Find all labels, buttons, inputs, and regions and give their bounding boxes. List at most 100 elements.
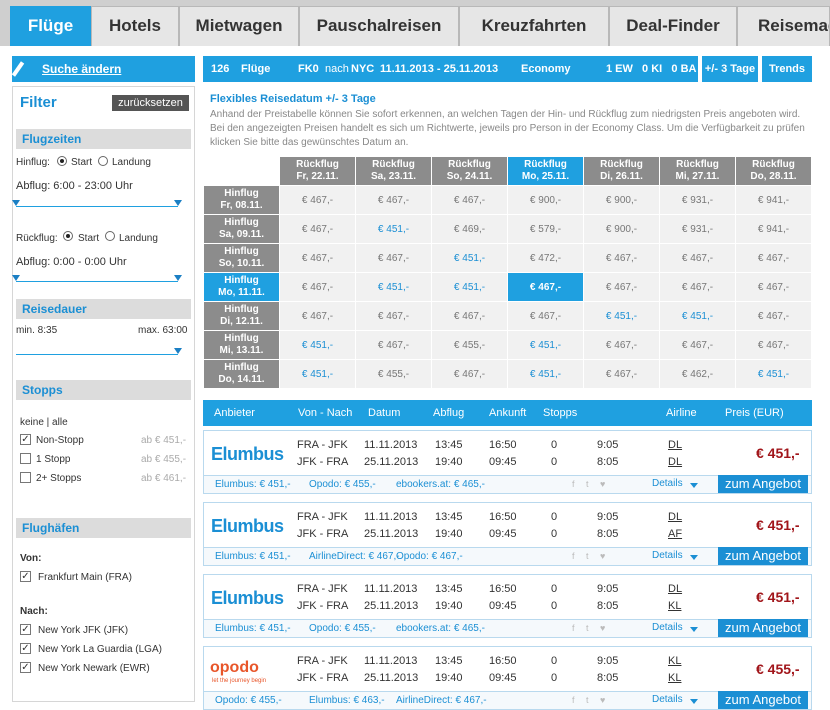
twitter-icon[interactable]: t	[586, 695, 589, 705]
matrix-price-cell[interactable]: € 451,-	[279, 359, 356, 389]
matrix-price-cell[interactable]: € 451,-	[431, 243, 508, 273]
duration-slider[interactable]	[16, 345, 178, 355]
matrix-price-cell[interactable]: € 467,-	[355, 330, 432, 360]
two-plus-stops-checkbox[interactable]	[20, 472, 31, 483]
plus-minus-days-button[interactable]: +/- 3 Tage	[702, 56, 758, 82]
alt-offer[interactable]: Elumbus: € 451,-	[215, 479, 291, 490]
reset-button[interactable]: zurücksetzen	[112, 95, 189, 111]
trends-button[interactable]: Trends	[762, 56, 812, 82]
leg-field[interactable]: AF	[668, 528, 682, 540]
matrix-price-cell[interactable]: € 467,-	[279, 214, 356, 244]
hinflug-start-radio[interactable]	[57, 156, 67, 166]
leg-field[interactable]: KL	[668, 672, 681, 684]
hinflug-landung-radio[interactable]	[98, 156, 108, 166]
tab-kreuzfahrten[interactable]: Kreuzfahrten	[459, 6, 609, 46]
tab-mietwagen[interactable]: Mietwagen	[179, 6, 299, 46]
leg-field[interactable]: DL	[668, 511, 682, 523]
airport-fra-checkbox[interactable]: ✓	[20, 571, 31, 582]
alt-offer[interactable]: ebookers.at: € 465,-	[396, 623, 485, 634]
rueckflug-landung-radio[interactable]	[105, 231, 115, 241]
change-search-link[interactable]: Suche ändern	[12, 56, 195, 82]
matrix-price-cell[interactable]: € 931,-	[659, 214, 736, 244]
hinflug-time-slider[interactable]	[16, 197, 178, 207]
matrix-price-cell[interactable]: € 472,-	[507, 243, 584, 273]
heart-icon[interactable]: ♥	[600, 695, 605, 705]
slider-handle-right[interactable]	[174, 275, 182, 281]
matrix-price-cell[interactable]: € 467,-	[431, 301, 508, 331]
matrix-price-cell[interactable]: € 900,-	[583, 214, 660, 244]
airport-jfk-checkbox[interactable]: ✓	[20, 624, 31, 635]
slider-handle-left[interactable]	[12, 200, 20, 206]
matrix-price-cell[interactable]: € 467,-	[659, 243, 736, 273]
matrix-price-cell[interactable]: € 467,-	[355, 301, 432, 331]
tab-pauschalreisen[interactable]: Pauschalreisen	[299, 6, 459, 46]
keine-alle-link[interactable]: keine | alle	[20, 417, 68, 428]
slider-handle-right[interactable]	[174, 200, 182, 206]
alt-offer[interactable]: Opodo: € 455,-	[215, 695, 282, 706]
matrix-price-cell[interactable]: € 469,-	[431, 214, 508, 244]
matrix-price-cell[interactable]: € 467,-	[583, 330, 660, 360]
leg-field[interactable]: KL	[668, 655, 681, 667]
zum-angebot-button[interactable]: zum Angebot	[718, 475, 808, 493]
details-link[interactable]: Details	[652, 694, 683, 705]
leg-field[interactable]: DL	[668, 439, 682, 451]
facebook-icon[interactable]: f	[572, 623, 575, 633]
one-stop-checkbox[interactable]	[20, 453, 31, 464]
matrix-price-cell[interactable]: € 467,-	[735, 330, 812, 360]
details-link[interactable]: Details	[652, 550, 683, 561]
matrix-price-cell[interactable]: € 467,-	[507, 301, 584, 331]
matrix-price-cell[interactable]: € 467,-	[431, 359, 508, 389]
facebook-icon[interactable]: f	[572, 551, 575, 561]
heart-icon[interactable]: ♥	[600, 551, 605, 561]
matrix-price-cell[interactable]: € 451,-	[659, 301, 736, 331]
matrix-price-cell[interactable]: € 467,-	[735, 243, 812, 273]
airport-lga-checkbox[interactable]: ✓	[20, 643, 31, 654]
matrix-price-cell[interactable]: € 467,-	[431, 185, 508, 215]
matrix-price-cell[interactable]: € 451,-	[355, 214, 432, 244]
alt-offer[interactable]: Elumbus: € 451,-	[215, 551, 291, 562]
non-stopp-checkbox[interactable]: ✓	[20, 434, 31, 445]
matrix-price-cell[interactable]: € 462,-	[659, 359, 736, 389]
matrix-price-cell[interactable]: € 941,-	[735, 185, 812, 215]
twitter-icon[interactable]: t	[586, 551, 589, 561]
alt-offer[interactable]: Opodo: € 467,-	[396, 551, 463, 562]
matrix-price-cell[interactable]: € 467,-	[355, 185, 432, 215]
matrix-price-cell[interactable]: € 467,-	[355, 243, 432, 273]
details-link[interactable]: Details	[652, 622, 683, 633]
alt-offer[interactable]: AirlineDirect: € 467,-	[396, 695, 487, 706]
tab-hotels[interactable]: Hotels	[91, 6, 179, 46]
matrix-price-cell[interactable]: € 931,-	[659, 185, 736, 215]
tab-fluege[interactable]: Flüge	[10, 6, 91, 46]
matrix-price-cell[interactable]: € 467,-	[583, 272, 660, 302]
matrix-price-cell[interactable]: € 467,-	[279, 185, 356, 215]
matrix-price-cell[interactable]: € 467,-	[507, 272, 584, 302]
matrix-price-cell[interactable]: € 900,-	[583, 185, 660, 215]
alt-offer[interactable]: ebookers.at: € 465,-	[396, 479, 485, 490]
heart-icon[interactable]: ♥	[600, 479, 605, 489]
matrix-price-cell[interactable]: € 455,-	[431, 330, 508, 360]
rueckflug-time-slider[interactable]	[16, 272, 178, 282]
matrix-price-cell[interactable]: € 900,-	[507, 185, 584, 215]
facebook-icon[interactable]: f	[572, 479, 575, 489]
alt-offer[interactable]: Opodo: € 455,-	[309, 623, 376, 634]
matrix-price-cell[interactable]: € 579,-	[507, 214, 584, 244]
matrix-price-cell[interactable]: € 467,-	[583, 243, 660, 273]
leg-field[interactable]: DL	[668, 583, 682, 595]
alt-offer[interactable]: Opodo: € 455,-	[309, 479, 376, 490]
alt-offer[interactable]: Elumbus: € 463,-	[309, 695, 385, 706]
zum-angebot-button[interactable]: zum Angebot	[718, 619, 808, 637]
facebook-icon[interactable]: f	[572, 695, 575, 705]
alt-offer[interactable]: Elumbus: € 451,-	[215, 623, 291, 634]
matrix-price-cell[interactable]: € 451,-	[431, 272, 508, 302]
matrix-price-cell[interactable]: € 467,-	[279, 272, 356, 302]
slider-handle-left[interactable]	[12, 275, 20, 281]
heart-icon[interactable]: ♥	[600, 623, 605, 633]
twitter-icon[interactable]: t	[586, 479, 589, 489]
matrix-price-cell[interactable]: € 467,-	[659, 272, 736, 302]
alt-offer[interactable]: AirlineDirect: € 467,-	[309, 551, 400, 562]
matrix-price-cell[interactable]: € 941,-	[735, 214, 812, 244]
matrix-price-cell[interactable]: € 467,-	[659, 330, 736, 360]
leg-field[interactable]: KL	[668, 600, 681, 612]
matrix-price-cell[interactable]: € 451,-	[735, 359, 812, 389]
matrix-price-cell[interactable]: € 467,-	[583, 359, 660, 389]
